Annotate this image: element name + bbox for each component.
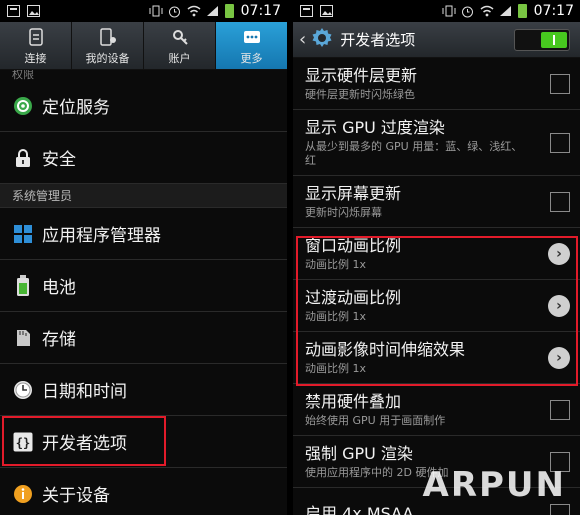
tab-label: 账户 (168, 51, 191, 65)
settings-item-label: 日期和时间 (42, 382, 127, 402)
settings-item-label: 安全 (42, 150, 76, 170)
settings-item-storage[interactable]: 存储 (0, 312, 287, 364)
option-disable-hw-overlays[interactable]: 禁用硬件叠加始终使用 GPU 用于画面制作 (293, 384, 580, 436)
settings-gear-icon[interactable] (310, 26, 334, 54)
option-title: 禁用硬件叠加 (305, 391, 402, 411)
tab-label: 我的设备 (85, 51, 130, 65)
alarm-icon (461, 5, 475, 18)
clock-time: 07:17 (533, 3, 574, 19)
settings-item-date-time[interactable]: 日期和时间 (0, 364, 287, 416)
tab-more[interactable]: 更多 (216, 22, 287, 69)
lock-icon (12, 147, 34, 169)
section-header-system: 系统管理员 (0, 184, 287, 208)
settings-item-label: 定位服务 (42, 98, 110, 118)
wifi-icon (480, 5, 494, 18)
settings-item-about-device[interactable]: 关于设备 (0, 468, 287, 515)
location-icon (12, 95, 34, 117)
signal-icon (499, 5, 513, 18)
settings-item-label: 电池 (42, 278, 76, 298)
tab-my-device[interactable]: 我的设备 (72, 22, 144, 69)
tab-accounts[interactable]: 账户 (144, 22, 216, 69)
action-bar: ‹ 开发者选项 (293, 22, 580, 58)
status-bar: 07:17 (0, 0, 287, 22)
settings-item-security[interactable]: 安全 (0, 132, 287, 184)
settings-item-label: 关于设备 (42, 486, 110, 506)
animation-scale-highlight (296, 236, 578, 386)
more-icon (241, 26, 263, 48)
tab-label: 连接 (24, 51, 47, 65)
settings-item-label: 应用程序管理器 (42, 226, 161, 246)
settings-item-location[interactable]: 定位服务 (0, 80, 287, 132)
status-bar: 07:17 (293, 0, 580, 22)
watermark-text: ARPUN (422, 465, 566, 505)
settings-item-app-manager[interactable]: 应用程序管理器 (0, 208, 287, 260)
developer-options-highlight (2, 416, 166, 466)
option-checkbox[interactable] (550, 73, 570, 94)
back-chevron-icon[interactable]: ‹ (299, 29, 306, 50)
battery-status-icon (224, 4, 234, 18)
signal-icon (206, 5, 220, 18)
tab-label: 更多 (240, 51, 263, 65)
wifi-icon (187, 5, 201, 18)
info-icon (12, 483, 34, 505)
option-subtitle: 硬件层更新时闪烁绿色 (305, 87, 415, 101)
option-show-screen-updates[interactable]: 显示屏幕更新更新时闪烁屏幕 (293, 176, 580, 228)
option-checkbox[interactable] (550, 132, 570, 153)
page-title: 开发者选项 (340, 31, 416, 49)
accounts-icon (169, 26, 191, 48)
alarm-icon (168, 5, 182, 18)
clock-time: 07:17 (240, 3, 281, 19)
option-checkbox[interactable] (550, 399, 570, 420)
clock-icon (12, 379, 34, 401)
option-subtitle: 从最少到最多的 GPU 用量：蓝、绿、浅红、红 (305, 139, 523, 167)
vibrate-icon (149, 5, 163, 18)
settings-item-battery[interactable]: 电池 (0, 260, 287, 312)
developer-options-pane: 07:17 ‹ 开发者选项 显示硬件层更新硬件层更新时闪烁绿色 显示 GPU 过… (293, 0, 580, 515)
connections-icon (25, 26, 47, 48)
image-notification-icon (26, 5, 40, 18)
option-subtitle: 始终使用 GPU 用于画面制作 (305, 413, 446, 427)
option-title: 启用 4x MSAA (305, 503, 414, 515)
toggle-knob (541, 31, 567, 48)
settings-tab-bar: 连接 我的设备 账户 更多 (0, 22, 287, 70)
option-title: 强制 GPU 渲染 (305, 443, 413, 463)
settings-pane: 07:17 连接 我的设备 账户 更多 权限 定位服务 安全 系统管理员 应用程… (0, 0, 287, 515)
notification-icon (6, 5, 20, 18)
apps-grid-icon (12, 223, 34, 245)
option-show-hw-layer-updates[interactable]: 显示硬件层更新硬件层更新时闪烁绿色 (293, 58, 580, 110)
option-checkbox[interactable] (550, 503, 570, 515)
option-title: 显示硬件层更新 (305, 65, 418, 85)
image-notification-icon (319, 5, 333, 18)
tab-connections[interactable]: 连接 (0, 22, 72, 69)
option-checkbox[interactable] (550, 191, 570, 212)
option-title: 显示屏幕更新 (305, 183, 402, 203)
option-title: 显示 GPU 过度渲染 (305, 117, 445, 137)
option-subtitle: 更新时闪烁屏幕 (305, 205, 382, 219)
battery-icon (12, 274, 34, 297)
section-header-partial: 权限 (12, 70, 34, 80)
settings-list: 权限 定位服务 安全 系统管理员 应用程序管理器 电池 存储 日期和时间 {} … (0, 70, 287, 515)
vibrate-icon (442, 5, 456, 18)
notification-icon (299, 5, 313, 18)
my-device-icon (97, 26, 119, 48)
option-show-gpu-overdraw[interactable]: 显示 GPU 过度渲染 从最少到最多的 GPU 用量：蓝、绿、浅红、红 (293, 110, 580, 176)
storage-icon (12, 327, 34, 349)
battery-status-icon (517, 4, 527, 18)
developer-options-toggle[interactable] (514, 28, 570, 51)
settings-item-label: 存储 (42, 330, 76, 350)
